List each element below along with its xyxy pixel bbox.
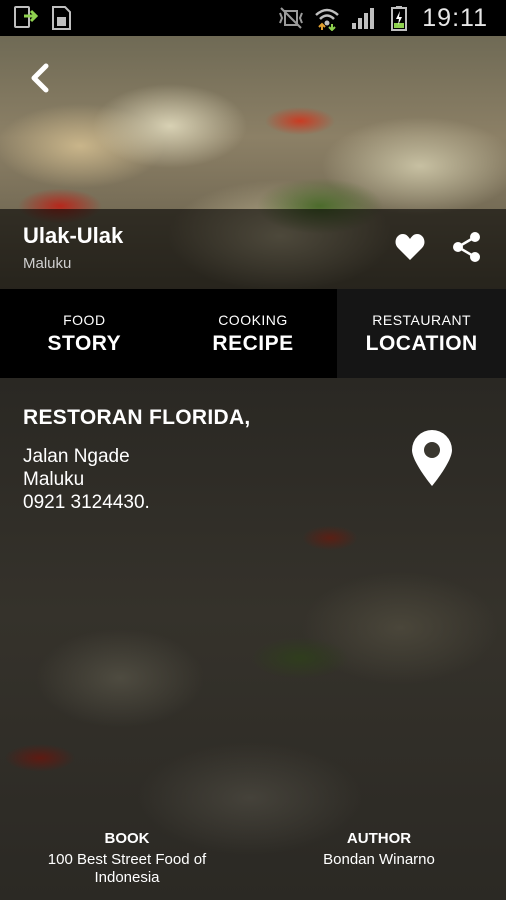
address-phone[interactable]: 0921 3124430. xyxy=(23,492,150,514)
tab-restaurant-location[interactable]: RESTAURANT LOCATION xyxy=(337,289,506,394)
back-arrow-icon xyxy=(31,63,49,93)
clock: 19:11 xyxy=(422,3,488,32)
book-title: 100 Best Street Food of Indonesia xyxy=(47,851,207,886)
sd-card-icon xyxy=(48,5,74,31)
back-button[interactable] xyxy=(26,58,56,98)
tab-cooking-recipe[interactable]: COOKING RECIPE xyxy=(169,289,338,378)
restaurant-name: RESTORAN FLORIDA, xyxy=(23,406,251,429)
signal-icon xyxy=(350,5,376,31)
tab-cooking-recipe-big: RECIPE xyxy=(212,331,294,355)
dish-hero-image: Ulak-Ulak Maluku xyxy=(0,36,506,289)
book-label: BOOK xyxy=(104,830,150,847)
dish-name: Ulak-Ulak xyxy=(23,223,124,248)
tab-food-story-small: FOOD xyxy=(63,311,106,328)
share-button[interactable] xyxy=(452,231,482,263)
heart-icon xyxy=(395,234,425,260)
tab-restaurant-location-small: RESTAURANT xyxy=(372,311,472,328)
address-street: Jalan Ngade xyxy=(23,446,130,467)
book-info: BOOK 100 Best Street Food of Indonesia xyxy=(27,830,227,887)
tab-cooking-recipe-small: COOKING xyxy=(218,311,288,328)
map-location-button[interactable] xyxy=(410,430,454,488)
author-label: AUTHOR xyxy=(346,830,412,847)
section-tabs: FOOD STORY COOKING RECIPE RESTAURANT LOC… xyxy=(0,289,506,394)
tab-restaurant-location-big: LOCATION xyxy=(365,331,478,355)
share-icon xyxy=(453,232,480,262)
map-pin-icon xyxy=(412,430,452,486)
tab-food-story-big: STORY xyxy=(47,331,122,355)
location-content: RESTORAN FLORIDA, Jalan Ngade Maluku 092… xyxy=(0,378,506,900)
tab-food-story[interactable]: FOOD STORY xyxy=(0,289,169,378)
wifi-icon xyxy=(314,5,340,31)
status-bar: 19:11 xyxy=(0,0,506,36)
author-info: AUTHOR Bondan Winarno xyxy=(279,830,479,869)
dish-title-bar: Ulak-Ulak Maluku xyxy=(0,209,506,289)
vibrate-mute-icon xyxy=(278,5,304,31)
address-city: Maluku xyxy=(23,469,85,490)
battery-charging-icon xyxy=(386,5,412,31)
dish-region: Maluku xyxy=(23,255,72,272)
download-complete-icon xyxy=(12,5,38,31)
author-name: Bondan Winarno xyxy=(323,851,435,868)
favorite-button[interactable] xyxy=(394,231,426,263)
